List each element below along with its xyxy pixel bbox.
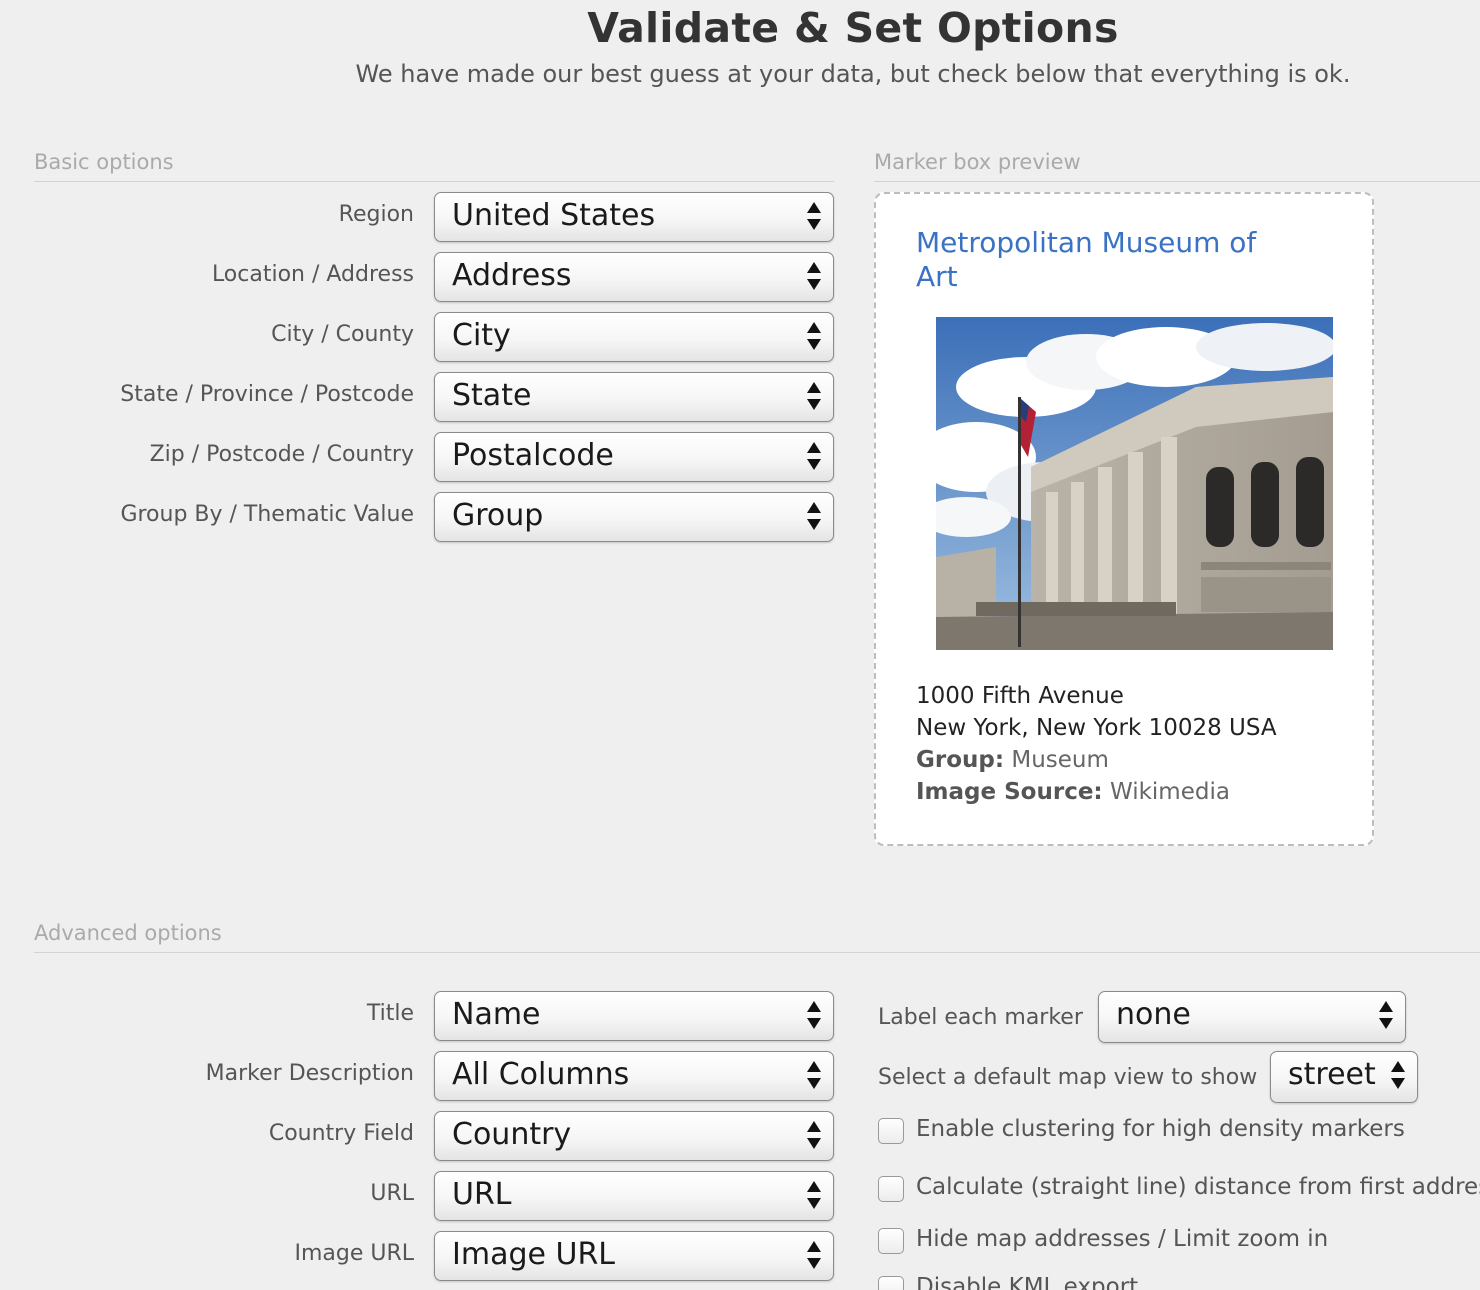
state-province-row: State / Province / Postcode State bbox=[0, 372, 840, 422]
label-each-marker-label: Label each marker bbox=[878, 1005, 1083, 1030]
title-select[interactable]: Name bbox=[434, 991, 834, 1041]
group-line: Group: Museum bbox=[916, 744, 1277, 776]
advanced-options-heading: Advanced options bbox=[34, 921, 222, 945]
clustering-label: Enable clustering for high density marke… bbox=[916, 1116, 1405, 1142]
select-arrows-icon bbox=[807, 442, 821, 474]
label-each-marker-select[interactable]: none bbox=[1098, 991, 1406, 1043]
select-arrows-icon bbox=[807, 322, 821, 354]
hide-addresses-label: Hide map addresses / Limit zoom in bbox=[916, 1226, 1329, 1252]
select-arrows-icon bbox=[807, 1061, 821, 1093]
url-select[interactable]: URL bbox=[434, 1171, 834, 1221]
basic-options-divider bbox=[34, 181, 834, 182]
marker-box-preview: Metropolitan Museum of Art 1000 Fifth Av… bbox=[874, 192, 1374, 846]
group-by-row: Group By / Thematic Value Group bbox=[0, 492, 840, 542]
group-by-select[interactable]: Group bbox=[434, 492, 834, 542]
hide-addresses-checkbox[interactable] bbox=[878, 1228, 904, 1254]
location-address-select[interactable]: Address bbox=[434, 252, 834, 302]
image-source-line: Image Source: Wikimedia bbox=[916, 776, 1277, 808]
select-arrows-icon bbox=[807, 1181, 821, 1213]
group-by-label: Group By / Thematic Value bbox=[120, 502, 414, 527]
select-arrows-icon bbox=[807, 1001, 821, 1033]
basic-options-heading: Basic options bbox=[34, 150, 174, 174]
zip-postcode-row: Zip / Postcode / Country Postalcode bbox=[0, 432, 840, 482]
marker-description-label: Marker Description bbox=[205, 1061, 414, 1086]
location-address-select-value: Address bbox=[452, 258, 572, 293]
zip-postcode-select-value: Postalcode bbox=[452, 438, 614, 473]
state-province-select-value: State bbox=[452, 378, 532, 413]
select-arrows-icon bbox=[807, 1241, 821, 1273]
image-source-key: Image Source: bbox=[916, 779, 1103, 805]
museum-photo-illustration bbox=[936, 317, 1333, 650]
default-map-view-select-value: street bbox=[1288, 1057, 1376, 1092]
marker-details: 1000 Fifth Avenue New York, New York 100… bbox=[916, 680, 1277, 808]
marker-description-row: Marker Description All Columns bbox=[0, 1051, 840, 1101]
disable-kml-label: Disable KML export bbox=[916, 1274, 1139, 1290]
distance-option: Calculate (straight line) distance from … bbox=[878, 1174, 1480, 1208]
image-url-select[interactable]: Image URL bbox=[434, 1231, 834, 1281]
image-url-row: Image URL Image URL bbox=[0, 1231, 840, 1281]
state-province-select[interactable]: State bbox=[434, 372, 834, 422]
region-select-value: United States bbox=[452, 198, 656, 233]
marker-title-link[interactable]: Metropolitan Museum of Art bbox=[916, 226, 1276, 294]
city-county-select-value: City bbox=[452, 318, 511, 353]
location-address-label: Location / Address bbox=[211, 262, 414, 287]
title-row: Title Name bbox=[0, 991, 840, 1041]
hide-addresses-option: Hide map addresses / Limit zoom in bbox=[878, 1226, 1478, 1260]
url-select-value: URL bbox=[452, 1177, 512, 1212]
title-label: Title bbox=[366, 1001, 414, 1026]
clustering-checkbox[interactable] bbox=[878, 1118, 904, 1144]
zip-postcode-select[interactable]: Postalcode bbox=[434, 432, 834, 482]
clustering-option: Enable clustering for high density marke… bbox=[878, 1116, 1478, 1150]
region-select[interactable]: United States bbox=[434, 192, 834, 242]
disable-kml-option: Disable KML export bbox=[878, 1274, 1478, 1290]
title-select-value: Name bbox=[452, 997, 541, 1032]
label-each-marker-select-value: none bbox=[1116, 997, 1191, 1032]
image-url-label: Image URL bbox=[294, 1241, 414, 1266]
region-row: Region United States bbox=[0, 192, 840, 242]
country-field-select[interactable]: Country bbox=[434, 1111, 834, 1161]
group-key: Group: bbox=[916, 747, 1005, 773]
address-line-2: New York, New York 10028 USA bbox=[916, 715, 1277, 741]
address-line-1: 1000 Fifth Avenue bbox=[916, 683, 1124, 709]
advanced-options-divider bbox=[34, 952, 1480, 953]
country-field-label: Country Field bbox=[268, 1121, 414, 1146]
default-map-view-row: Select a default map view to show street bbox=[876, 1051, 1436, 1103]
label-each-marker-row: Label each marker none bbox=[876, 991, 1416, 1043]
region-label: Region bbox=[338, 202, 414, 227]
image-url-select-value: Image URL bbox=[452, 1237, 616, 1272]
city-county-row: City / County City bbox=[0, 312, 840, 362]
group-by-select-value: Group bbox=[452, 498, 544, 533]
museum-photo bbox=[936, 317, 1333, 650]
location-address-row: Location / Address Address bbox=[0, 252, 840, 302]
page-subtitle: We have made our best guess at your data… bbox=[355, 60, 1351, 88]
select-arrows-icon bbox=[1379, 1001, 1393, 1033]
group-value: Museum bbox=[1011, 747, 1109, 773]
url-label: URL bbox=[370, 1181, 414, 1206]
select-arrows-icon bbox=[807, 502, 821, 534]
zip-postcode-label: Zip / Postcode / Country bbox=[149, 442, 414, 467]
default-map-view-select[interactable]: street bbox=[1270, 1051, 1418, 1103]
page-title: Validate & Set Options bbox=[587, 4, 1119, 52]
default-map-view-label: Select a default map view to show bbox=[878, 1065, 1258, 1090]
marker-preview-heading: Marker box preview bbox=[874, 150, 1081, 174]
select-arrows-icon bbox=[807, 382, 821, 414]
select-arrows-icon bbox=[1391, 1061, 1405, 1093]
image-source-value: Wikimedia bbox=[1109, 779, 1230, 805]
city-county-label: City / County bbox=[271, 322, 414, 347]
select-arrows-icon bbox=[807, 202, 821, 234]
state-province-label: State / Province / Postcode bbox=[120, 382, 414, 407]
marker-preview-divider bbox=[874, 181, 1480, 182]
disable-kml-checkbox[interactable] bbox=[878, 1276, 904, 1290]
distance-checkbox[interactable] bbox=[878, 1176, 904, 1202]
marker-description-select[interactable]: All Columns bbox=[434, 1051, 834, 1101]
distance-label: Calculate (straight line) distance from … bbox=[916, 1174, 1480, 1200]
country-field-select-value: Country bbox=[452, 1117, 572, 1152]
url-row: URL URL bbox=[0, 1171, 840, 1221]
city-county-select[interactable]: City bbox=[434, 312, 834, 362]
country-field-row: Country Field Country bbox=[0, 1111, 840, 1161]
select-arrows-icon bbox=[807, 262, 821, 294]
marker-description-select-value: All Columns bbox=[452, 1057, 630, 1092]
select-arrows-icon bbox=[807, 1121, 821, 1153]
